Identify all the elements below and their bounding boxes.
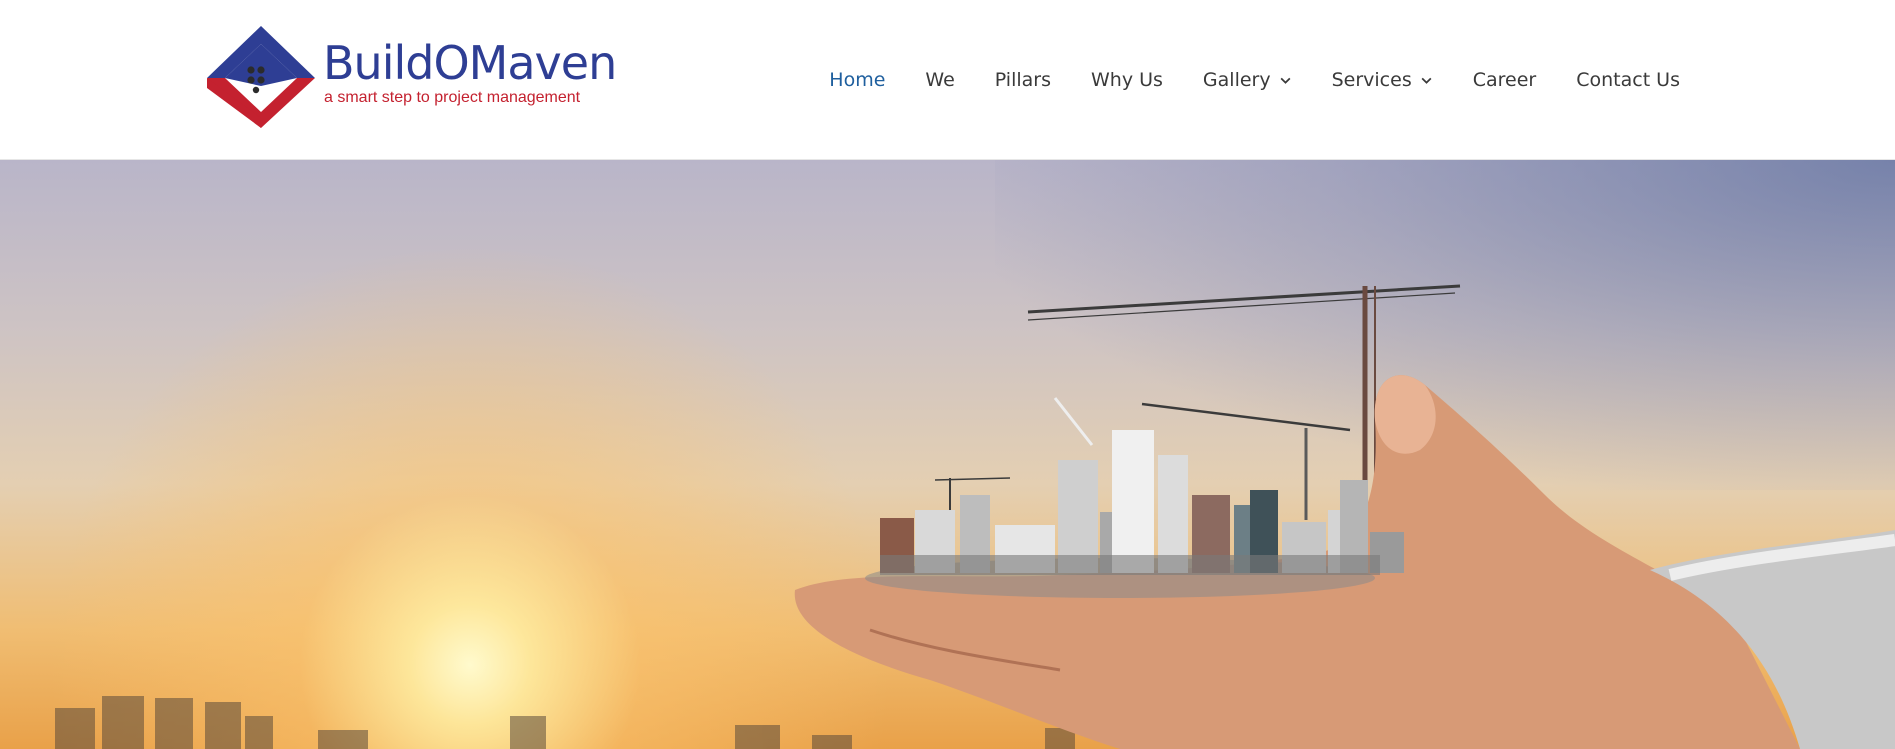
nav-career[interactable]: Career <box>1473 69 1537 91</box>
nav-why-us-label: Why Us <box>1091 69 1163 91</box>
nav-gallery-label: Gallery <box>1202 69 1271 91</box>
brand-logo[interactable]: BuildOMaven a smart step to project mana… <box>205 24 617 130</box>
skyline-silhouette <box>55 696 1075 749</box>
miniature-city <box>865 430 1404 598</box>
chevron-down-icon <box>1280 77 1291 84</box>
nav-pillars[interactable]: Pillars <box>995 69 1051 91</box>
site-header: BuildOMaven a smart step to project mana… <box>0 0 1895 160</box>
nav-services[interactable]: Services <box>1332 69 1433 91</box>
brand-tagline: a smart step to project management <box>324 89 581 106</box>
hero-banner <box>0 160 1895 749</box>
nav-we-label: We <box>925 69 955 91</box>
hero-image <box>55 284 1895 749</box>
nav-home[interactable]: Home <box>829 69 885 91</box>
buildomaven-logo-icon <box>207 26 315 128</box>
nav-career-label: Career <box>1472 69 1537 91</box>
nav-we[interactable]: We <box>925 69 954 91</box>
nav-why-us[interactable]: Why Us <box>1091 69 1163 91</box>
nav-contact-us-label: Contact Us <box>1576 69 1680 91</box>
nav-services-label: Services <box>1331 69 1412 91</box>
chevron-down-icon <box>1421 77 1432 84</box>
nav-pillars-label: Pillars <box>994 69 1051 91</box>
nav-contact-us[interactable]: Contact Us <box>1576 69 1680 91</box>
nav-home-label: Home <box>829 69 886 91</box>
nav-gallery[interactable]: Gallery <box>1203 69 1292 91</box>
brand-name: BuildOMaven <box>323 36 617 90</box>
main-nav: Home We Pillars Why Us Gallery Services … <box>829 0 1680 160</box>
